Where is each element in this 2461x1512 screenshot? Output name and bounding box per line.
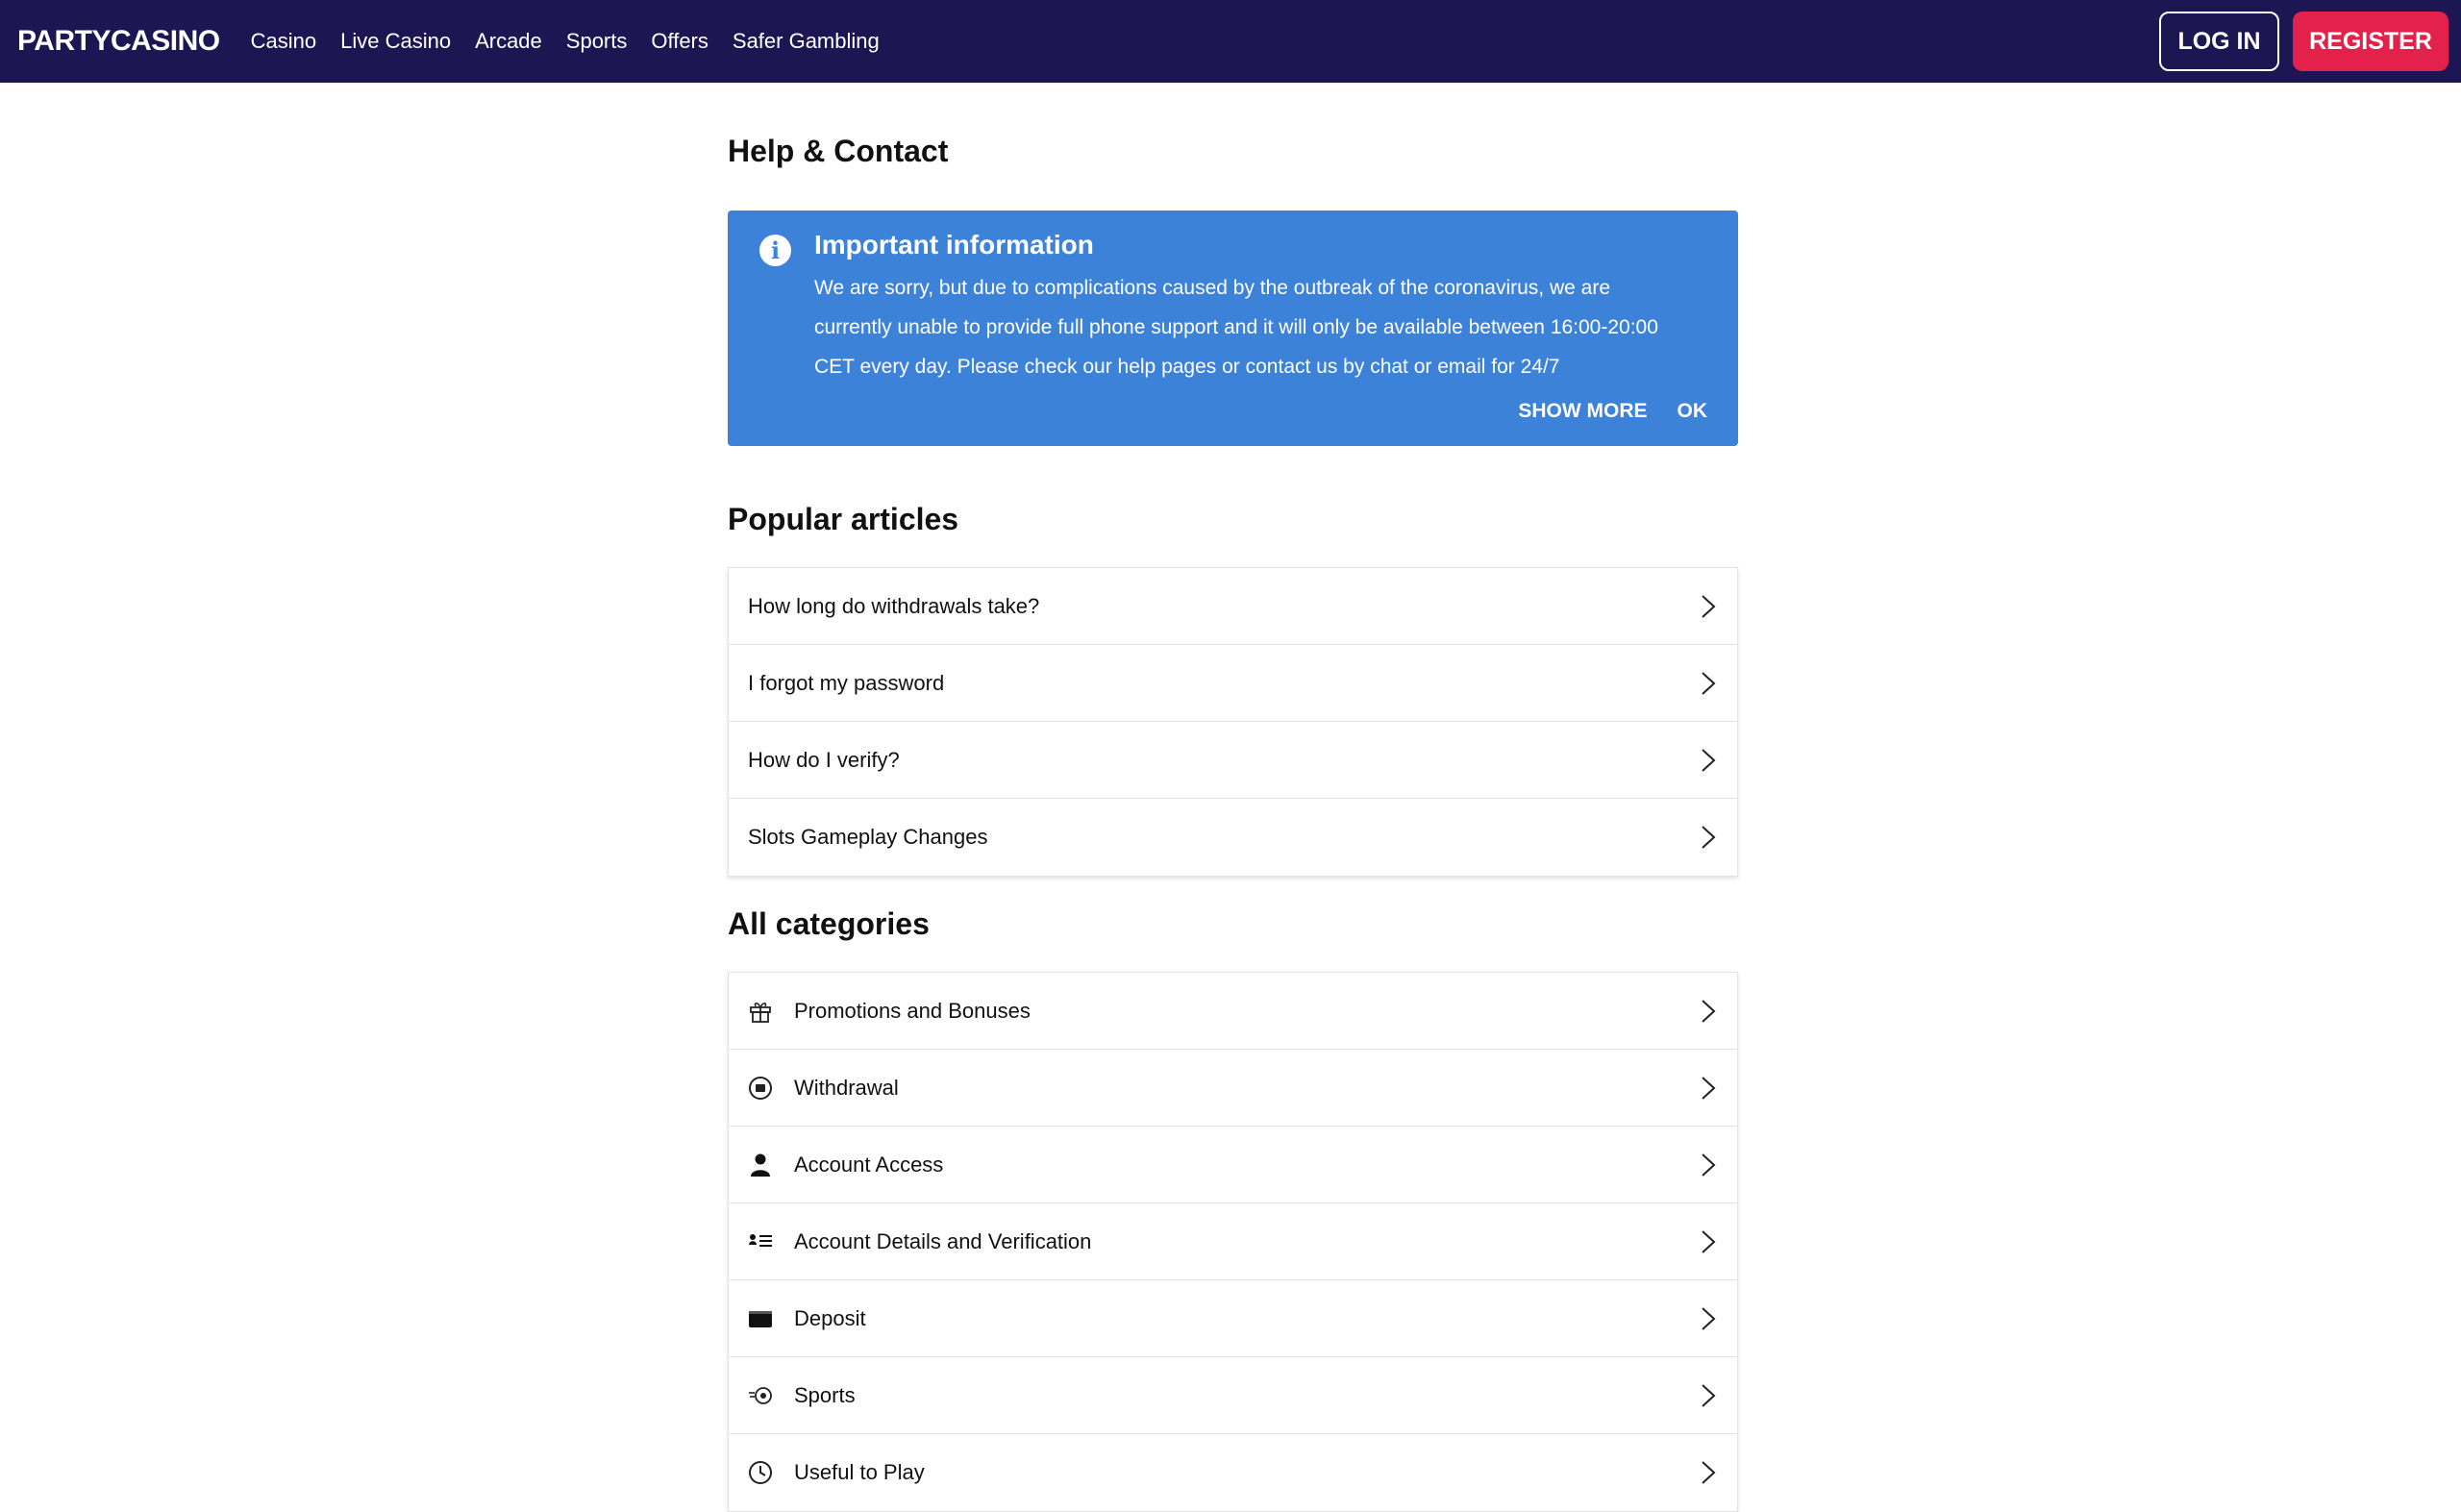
category-account-access[interactable]: Account Access — [729, 1127, 1737, 1203]
category-deposit[interactable]: Deposit — [729, 1280, 1737, 1357]
chevron-right-icon — [1701, 1460, 1716, 1485]
top-navigation-bar: PARTYCASINO Casino Live Casino Arcade Sp… — [0, 0, 2461, 83]
article-label: I forgot my password — [748, 670, 945, 695]
notice-title: Important information — [814, 230, 1094, 260]
category-label: Withdrawal — [794, 1075, 899, 1100]
chevron-right-icon — [1701, 1229, 1716, 1254]
withdrawal-icon — [747, 1075, 774, 1102]
popular-articles-title: Popular articles — [728, 502, 959, 536]
list-item[interactable]: I forgot my password — [729, 645, 1737, 722]
category-label: Account Details and Verification — [794, 1228, 1092, 1253]
chevron-right-icon — [1701, 1306, 1716, 1331]
chevron-right-icon — [1701, 999, 1716, 1024]
sports-ball-icon — [747, 1382, 774, 1409]
popular-articles-list: How long do withdrawals take? I forgot m… — [728, 567, 1738, 877]
id-list-icon — [747, 1228, 774, 1255]
auth-buttons: LOG IN REGISTER — [2159, 12, 2449, 71]
login-button[interactable]: LOG IN — [2159, 12, 2279, 71]
article-label: Slots Gameplay Changes — [748, 825, 988, 849]
chevron-right-icon — [1701, 671, 1716, 696]
categories-list: Promotions and Bonuses Withdrawal Accoun… — [728, 972, 1738, 1512]
article-label: How do I verify? — [748, 747, 900, 772]
nav-arcade[interactable]: Arcade — [475, 29, 542, 54]
chevron-right-icon — [1701, 1383, 1716, 1408]
category-account-details[interactable]: Account Details and Verification — [729, 1203, 1737, 1280]
category-label: Useful to Play — [794, 1460, 925, 1484]
article-label: How long do withdrawals take? — [748, 593, 1040, 618]
category-label: Deposit — [794, 1305, 866, 1330]
category-label: Promotions and Bonuses — [794, 998, 1031, 1023]
chevron-right-icon — [1701, 748, 1716, 773]
chevron-right-icon — [1701, 1153, 1716, 1177]
list-item[interactable]: How long do withdrawals take? — [729, 568, 1737, 645]
info-icon: i — [759, 235, 791, 266]
nav-sports[interactable]: Sports — [566, 29, 628, 54]
register-button[interactable]: REGISTER — [2293, 12, 2449, 71]
main-nav: Casino Live Casino Arcade Sports Offers … — [251, 29, 904, 54]
nav-casino[interactable]: Casino — [251, 29, 316, 54]
wallet-icon — [747, 1305, 774, 1332]
partycasino-logo[interactable]: PARTYCASINO — [17, 25, 220, 58]
category-useful-to-play[interactable]: Useful to Play — [729, 1434, 1737, 1511]
category-withdrawal[interactable]: Withdrawal — [729, 1050, 1737, 1127]
category-label: Sports — [794, 1382, 856, 1407]
chevron-right-icon — [1701, 594, 1716, 619]
page-title: Help & Contact — [728, 134, 949, 168]
show-more-button[interactable]: SHOW MORE — [1518, 400, 1647, 423]
main-content: Help & Contact i Important information W… — [728, 83, 1738, 1512]
notice-actions: SHOW MORE OK — [1488, 400, 1707, 423]
chevron-right-icon — [1701, 1076, 1716, 1101]
notice-text: We are sorry, but due to complications c… — [814, 277, 1658, 378]
chevron-right-icon — [1701, 825, 1716, 850]
list-item[interactable]: Slots Gameplay Changes — [729, 799, 1737, 876]
nav-live-casino[interactable]: Live Casino — [340, 29, 451, 54]
gift-icon — [747, 998, 774, 1025]
category-sports[interactable]: Sports — [729, 1357, 1737, 1434]
important-information-notice: i Important information We are sorry, bu… — [728, 211, 1738, 446]
nav-offers[interactable]: Offers — [651, 29, 708, 54]
nav-safer-gambling[interactable]: Safer Gambling — [733, 29, 880, 54]
list-item[interactable]: How do I verify? — [729, 722, 1737, 799]
all-categories-title: All categories — [728, 906, 930, 941]
category-label: Account Access — [794, 1152, 944, 1177]
person-icon — [747, 1152, 774, 1178]
clock-icon — [747, 1459, 774, 1486]
category-promotions[interactable]: Promotions and Bonuses — [729, 973, 1737, 1050]
ok-button[interactable]: OK — [1678, 400, 1708, 423]
